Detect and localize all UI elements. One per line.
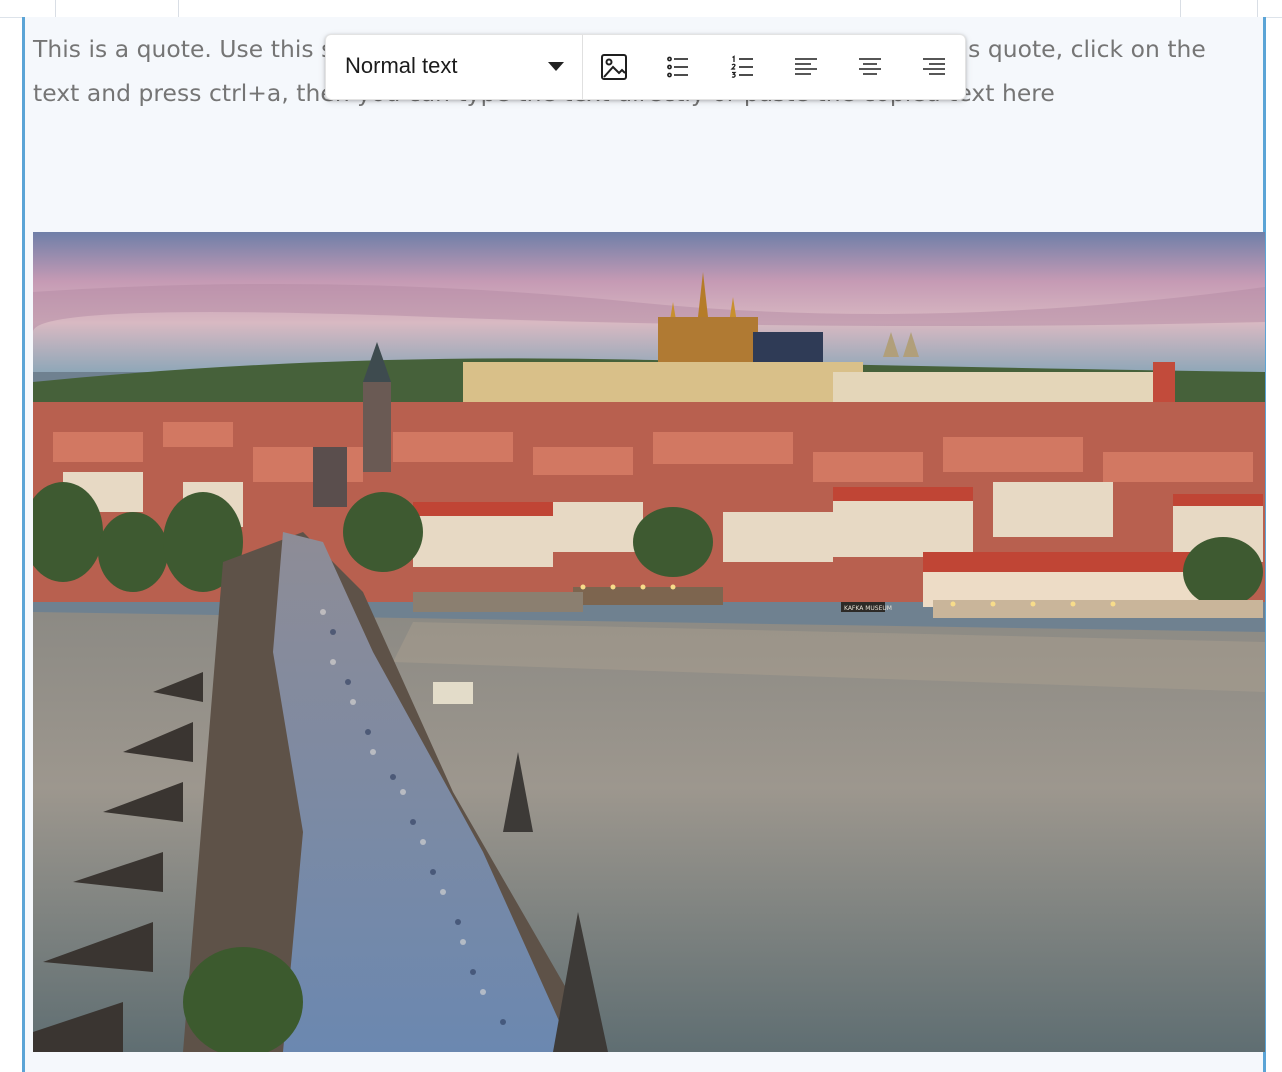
numbered-list-icon — [730, 55, 754, 79]
museum-sign-text: KAFKA MUSEUM — [844, 605, 892, 612]
divider — [55, 0, 56, 17]
bulleted-list-button[interactable] — [660, 49, 696, 85]
text-style-dropdown[interactable]: Normal text — [326, 35, 583, 99]
align-left-button[interactable] — [788, 49, 824, 85]
insert-image-button[interactable] — [596, 49, 632, 85]
align-center-button[interactable] — [852, 49, 888, 85]
dropdown-caret-icon — [548, 62, 564, 71]
selected-content-block[interactable]: This is a quote. Use this space to quote… — [22, 17, 1266, 1072]
text-style-label: Normal text — [345, 53, 458, 78]
top-bar — [0, 0, 1282, 18]
align-center-icon — [858, 56, 882, 78]
divider — [1180, 0, 1181, 17]
numbered-list-button[interactable] — [724, 49, 760, 85]
bulleted-list-icon — [666, 55, 690, 79]
divider — [1257, 0, 1258, 17]
align-right-button[interactable] — [916, 49, 952, 85]
align-right-icon — [922, 56, 946, 78]
city-river-photo[interactable]: KAFKA MUSEUM — [33, 232, 1265, 1052]
image-icon — [600, 53, 628, 81]
formatting-toolbar: Normal text — [325, 34, 966, 100]
divider — [178, 0, 179, 17]
align-left-icon — [794, 56, 818, 78]
